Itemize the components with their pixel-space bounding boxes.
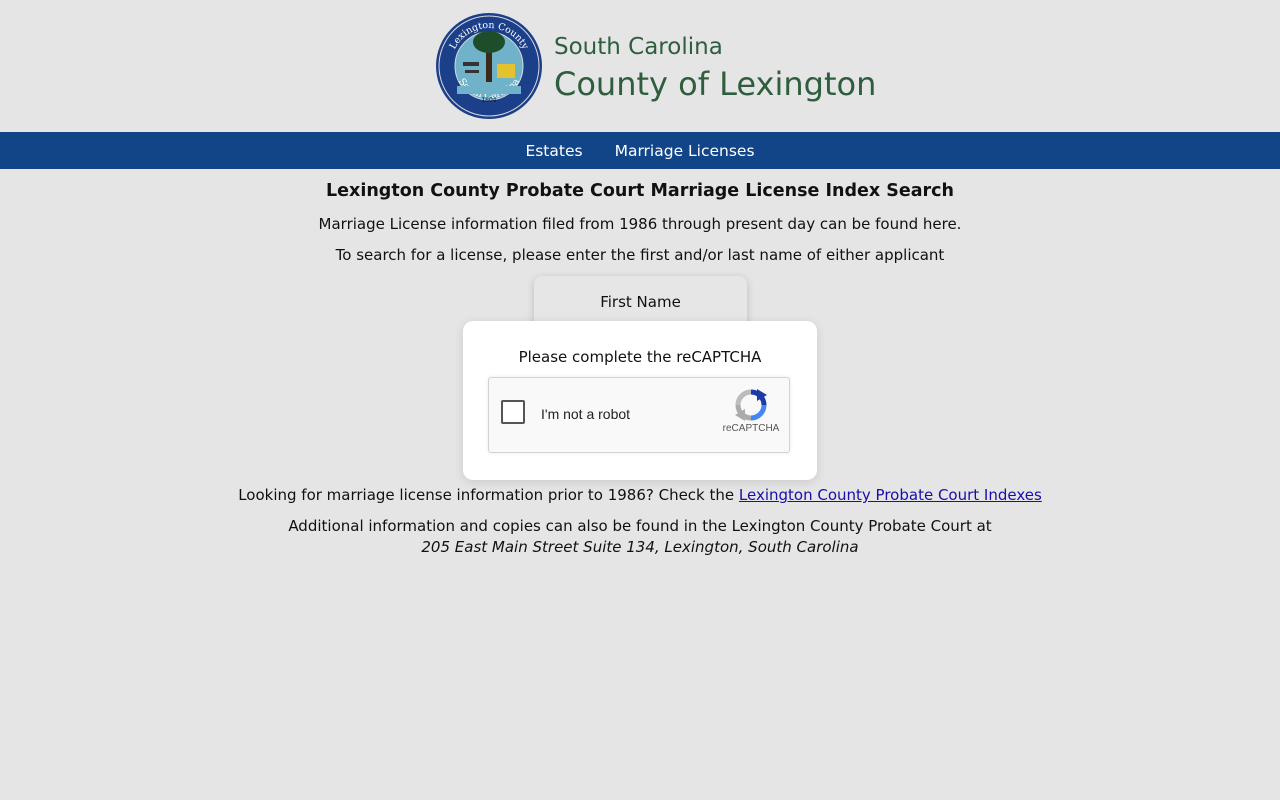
recaptcha-label: I'm not a robot [541,406,631,422]
recaptcha-modal: Please complete the reCAPTCHA I'm not a … [463,321,817,480]
site-brand: South Carolina County of Lexington [554,30,876,104]
brand-state: South Carolina [554,34,723,60]
prior-records-note: Looking for marriage license information… [0,486,1280,504]
intro-text: Marriage License information filed from … [318,215,962,233]
additional-info-text: Additional information and copies can al… [288,517,992,535]
recaptcha-icon [735,389,767,421]
county-seal-logo: Lexington County South Carolina 1804 [436,13,542,119]
recaptcha-checkbox[interactable] [501,400,525,424]
main-nav: Estates Marriage Licenses [0,132,1280,169]
nav-item-estates[interactable]: Estates [525,142,582,160]
svg-text:1804: 1804 [481,97,496,104]
first-name-label: First Name [600,293,681,311]
prior-records-text: Looking for marriage license information… [238,486,735,504]
nav-item-marriage-licenses[interactable]: Marriage Licenses [615,142,755,160]
brand-county: County of Lexington [554,65,877,103]
recaptcha-prompt: Please complete the reCAPTCHA [518,348,762,366]
probate-indexes-link[interactable]: Lexington County Probate Court Indexes [739,486,1042,504]
court-address: 205 East Main Street Suite 134, Lexingto… [421,538,859,556]
recaptcha-widget: I'm not a robot reCAPTCHA [488,377,790,453]
recaptcha-brand: reCAPTCHA [722,423,780,434]
page-title: Lexington County Probate Court Marriage … [326,181,954,201]
site-header: Lexington County South Carolina 1804 Sou… [0,0,1280,132]
instructions-text: To search for a license, please enter th… [335,246,945,264]
